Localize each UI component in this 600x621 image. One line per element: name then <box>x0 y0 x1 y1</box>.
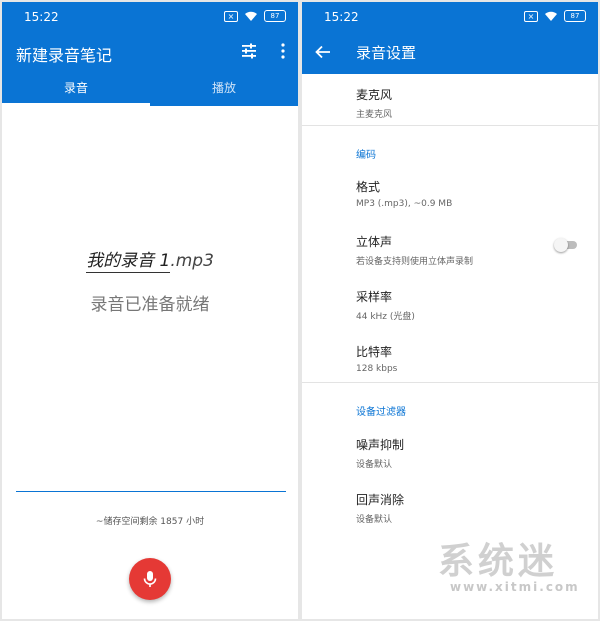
app-bar: 录音设置 <box>302 32 598 74</box>
app-bar: 新建录音笔记 <box>2 32 298 74</box>
setting-stereo[interactable]: 立体声 若设备支持则使用立体声录制 <box>356 233 473 267</box>
setting-value: 128 kbps <box>356 364 398 374</box>
setting-title: 回声消除 <box>356 493 405 507</box>
sim-icon: × <box>224 10 238 22</box>
filename-base[interactable]: 我的录音 1 <box>86 251 171 273</box>
setting-title: 立体声 <box>356 235 393 249</box>
setting-value: 设备默认 <box>356 460 393 470</box>
section-header-filters: 设备过滤器 <box>356 407 406 418</box>
section-header-encoding: 编码 <box>356 150 376 161</box>
filename-extension: .mp3 <box>170 251 214 271</box>
status-time: 15:22 <box>24 10 59 24</box>
battery-indicator: 87 <box>564 10 586 22</box>
wifi-icon <box>545 11 557 21</box>
setting-noise-suppression[interactable]: 噪声抑制 设备默认 <box>356 436 404 470</box>
tab-playback[interactable]: 播放 <box>150 74 298 106</box>
tab-indicator <box>2 103 150 106</box>
tab-bar: 录音 播放 <box>2 74 298 106</box>
setting-value: 主麦克风 <box>356 110 393 120</box>
system-icons: × 87 <box>224 10 286 22</box>
recorder-screen: 15:22 × 87 新建录音笔记 录音 播放 我的录音 1.mp3 录音已准备… <box>2 2 298 619</box>
setting-value: 44 kHz (光盘) <box>356 312 415 322</box>
recording-filename[interactable]: 我的录音 1.mp3 <box>2 246 298 273</box>
watermark: 系统迷 www.xitmi.com <box>438 532 588 602</box>
storage-remaining: ~储存空间剩余 1857 小时 <box>95 517 205 527</box>
setting-value: MP3 (.mp3), ~0.9 MB <box>356 199 453 209</box>
setting-sample-rate[interactable]: 采样率 44 kHz (光盘) <box>356 288 415 322</box>
toggle-thumb <box>554 238 568 252</box>
setting-title: 比特率 <box>356 345 393 359</box>
tune-icon[interactable] <box>240 42 258 60</box>
status-bar: 15:22 × 87 <box>2 2 298 32</box>
setting-value: 若设备支持则使用立体声录制 <box>356 257 474 267</box>
page-title: 录音设置 <box>356 44 417 62</box>
sim-icon: × <box>524 10 538 22</box>
watermark-logo: 系统迷 <box>438 541 559 582</box>
status-bar: 15:22 × 87 <box>302 2 598 32</box>
recording-status: 录音已准备就绪 <box>90 295 210 315</box>
section-divider <box>302 382 598 383</box>
record-button[interactable] <box>129 558 171 600</box>
setting-title: 采样率 <box>356 290 393 304</box>
setting-title: 格式 <box>356 180 381 194</box>
back-arrow-icon[interactable] <box>314 43 332 61</box>
setting-echo-cancellation[interactable]: 回声消除 设备默认 <box>356 491 404 525</box>
setting-format[interactable]: 格式 MP3 (.mp3), ~0.9 MB <box>356 178 452 209</box>
tab-record[interactable]: 录音 <box>2 74 150 106</box>
waveform-baseline <box>16 491 286 492</box>
page-title: 新建录音笔记 <box>16 46 113 65</box>
watermark-url: www.xitmi.com <box>450 580 580 594</box>
setting-value: 设备默认 <box>356 515 393 525</box>
mic-icon <box>143 571 157 587</box>
setting-microphone[interactable]: 麦克风 主麦克风 <box>356 86 392 120</box>
battery-indicator: 87 <box>264 10 286 22</box>
wifi-icon <box>245 11 257 21</box>
stereo-toggle[interactable] <box>554 238 578 252</box>
setting-title: 噪声抑制 <box>356 438 405 452</box>
status-time: 15:22 <box>324 10 359 24</box>
more-vert-icon[interactable] <box>280 42 286 60</box>
system-icons: × 87 <box>524 10 586 22</box>
section-divider <box>302 125 598 126</box>
setting-title: 麦克风 <box>356 88 393 102</box>
setting-bitrate[interactable]: 比特率 128 kbps <box>356 343 397 374</box>
settings-screen: 15:22 × 87 录音设置 麦克风 主麦克风 编码 格式 MP3 (.mp3… <box>302 2 598 619</box>
